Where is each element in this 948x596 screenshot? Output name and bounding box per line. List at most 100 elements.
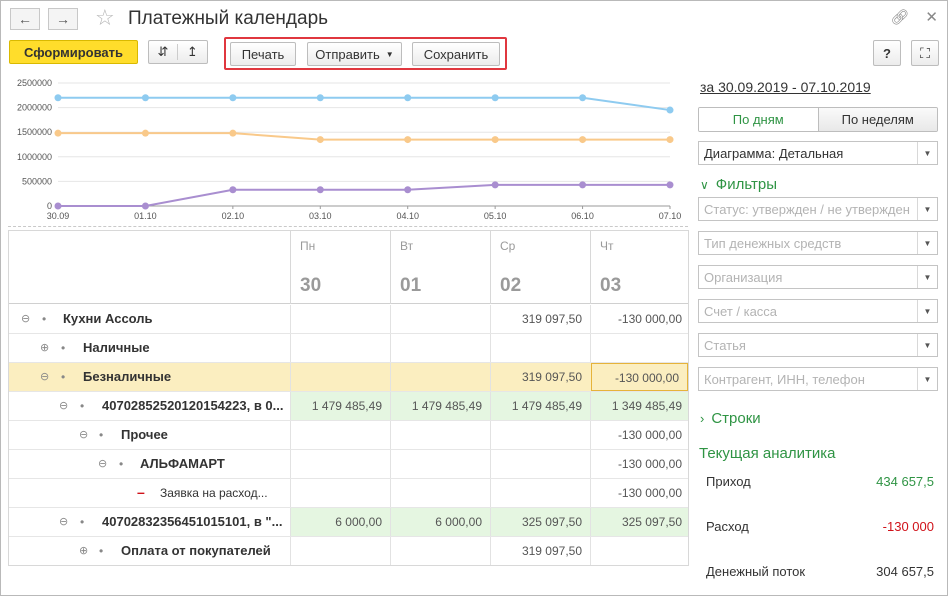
dropdown-arrow-icon[interactable]: ▼: [917, 334, 937, 356]
cash-flow-value: 304 657,5: [876, 564, 934, 579]
collapse-icon[interactable]: ⊖: [98, 450, 107, 478]
table-cell[interactable]: 319 097,50: [490, 537, 590, 565]
filters-section-toggle[interactable]: ∨ Фильтры: [700, 176, 777, 193]
table-cell[interactable]: [290, 334, 390, 362]
table-cell[interactable]: [290, 450, 390, 478]
rows-section-toggle[interactable]: › Строки: [700, 410, 761, 427]
help-button[interactable]: ?: [873, 40, 901, 66]
table-cell[interactable]: 1 479 485,49: [290, 392, 390, 420]
table-cell[interactable]: [390, 363, 490, 391]
table-cell[interactable]: 325 097,50: [490, 508, 590, 536]
table-row[interactable]: ⊖ • Прочее -130 000,00: [9, 421, 688, 450]
item-filter[interactable]: Статья ▼: [698, 333, 938, 357]
column-header[interactable]: Вт 01: [390, 231, 490, 304]
table-row[interactable]: ⊖ • 40702832356451015101, в "... 6 000,0…: [9, 508, 688, 537]
y-tick-label: 1000000: [17, 152, 52, 162]
counterparty-filter-placeholder: Контрагент, ИНН, телефон: [704, 371, 865, 387]
organization-filter[interactable]: Организация ▼: [698, 265, 938, 289]
table-cell[interactable]: [490, 479, 590, 507]
table-cell[interactable]: [590, 537, 688, 565]
dropdown-arrow-icon[interactable]: ▼: [917, 198, 937, 220]
bullet-icon: •: [61, 370, 66, 384]
table-cell[interactable]: -130 000,00: [590, 479, 688, 507]
analytics-title: Текущая аналитика: [699, 445, 836, 462]
period-link[interactable]: за 30.09.2019 - 07.10.2019: [700, 79, 871, 95]
star-icon[interactable]: ☆: [95, 6, 115, 30]
table-cell[interactable]: [390, 450, 490, 478]
table-cell[interactable]: [290, 537, 390, 565]
save-button[interactable]: Сохранить: [412, 42, 500, 66]
dropdown-arrow-icon[interactable]: ▼: [917, 266, 937, 288]
table-cell[interactable]: 6 000,00: [390, 508, 490, 536]
sort-descending-icon[interactable]: ⇵: [149, 44, 179, 60]
table-cell[interactable]: [390, 305, 490, 333]
table-row[interactable]: ⊕ • Наличные: [9, 334, 688, 363]
table-cell[interactable]: [490, 421, 590, 449]
y-tick-label: 500000: [22, 176, 52, 186]
collapse-icon[interactable]: ⊖: [40, 363, 49, 391]
table-cell[interactable]: -130 000,00: [590, 305, 688, 333]
table-row-selected[interactable]: ⊖ • Безналичные 319 097,50 -130 000,00: [9, 363, 688, 392]
expand-icon[interactable]: ⊕: [40, 334, 49, 362]
table-cell[interactable]: [290, 305, 390, 333]
table-row[interactable]: – Заявка на расход... -130 000,00: [9, 479, 688, 508]
generate-button[interactable]: Сформировать: [9, 40, 138, 64]
table-cell[interactable]: [490, 334, 590, 362]
by-days-toggle[interactable]: По дням: [699, 108, 819, 131]
x-tick-label: 30.09: [47, 211, 70, 221]
close-icon[interactable]: ✕: [925, 8, 938, 26]
table-header: Пн 30 Вт 01 Ср 02 Чт 03: [9, 231, 688, 304]
fullscreen-button[interactable]: ⛶: [911, 40, 939, 66]
table-cell[interactable]: [390, 421, 490, 449]
collapse-icon[interactable]: ⊖: [59, 392, 68, 420]
collapse-icon[interactable]: ⊖: [59, 508, 68, 536]
sort-ascending-icon[interactable]: ↥: [178, 44, 207, 60]
table-cell[interactable]: 319 097,50: [490, 305, 590, 333]
column-header[interactable]: Пн 30: [290, 231, 390, 304]
table-cell[interactable]: 319 097,50: [490, 363, 590, 391]
table-cell[interactable]: [290, 363, 390, 391]
table-cell[interactable]: [490, 450, 590, 478]
collapse-icon[interactable]: ⊖: [21, 305, 30, 333]
column-header[interactable]: Чт 03: [590, 231, 688, 304]
table-row[interactable]: ⊖ • АЛЬФАМАРТ -130 000,00: [9, 450, 688, 479]
diagram-select[interactable]: Диаграмма: Детальная ▼: [698, 141, 938, 165]
table-cell[interactable]: -130 000,00: [590, 450, 688, 478]
dropdown-arrow-icon[interactable]: ▼: [917, 368, 937, 390]
account-filter[interactable]: Счет / касса ▼: [698, 299, 938, 323]
table-cell[interactable]: 325 097,50: [590, 508, 688, 536]
collapse-icon[interactable]: ⊖: [79, 421, 88, 449]
table-cell[interactable]: [390, 479, 490, 507]
expand-icon[interactable]: ⊕: [79, 537, 88, 565]
table-cell[interactable]: [290, 479, 390, 507]
table-cell[interactable]: -130 000,00: [590, 421, 688, 449]
table-cell[interactable]: [390, 334, 490, 362]
status-filter[interactable]: Статус: утвержден / не утвержден ▼: [698, 197, 938, 221]
table-row[interactable]: ⊕ • Оплата от покупателей 319 097,50: [9, 537, 688, 565]
by-weeks-toggle[interactable]: По неделям: [818, 108, 937, 131]
link-icon[interactable]: 🔗︎: [890, 8, 909, 26]
column-day: Пн: [300, 239, 316, 253]
table-cell[interactable]: 6 000,00: [290, 508, 390, 536]
table-row[interactable]: ⊖ • Кухни Ассоль 319 097,50 -130 000,00: [9, 305, 688, 334]
table-cell[interactable]: [290, 421, 390, 449]
table-cell[interactable]: [590, 334, 688, 362]
dropdown-arrow-icon[interactable]: ▼: [917, 232, 937, 254]
print-button[interactable]: Печать: [230, 42, 296, 66]
expense-label: Расход: [706, 519, 749, 534]
table-row[interactable]: ⊖ • 40702852520120154223, в 0... 1 479 4…: [9, 392, 688, 421]
table-cell[interactable]: 1 349 485,49: [590, 392, 688, 420]
table-cell[interactable]: [390, 537, 490, 565]
table-cell[interactable]: 1 479 485,49: [490, 392, 590, 420]
bullet-icon: •: [99, 544, 104, 558]
dropdown-arrow-icon[interactable]: ▼: [917, 142, 937, 164]
back-button[interactable]: ←: [10, 8, 40, 30]
table-cell-focused[interactable]: -130 000,00: [591, 363, 688, 391]
send-button[interactable]: Отправить ▼: [307, 42, 402, 66]
table-cell[interactable]: 1 479 485,49: [390, 392, 490, 420]
dropdown-arrow-icon[interactable]: ▼: [917, 300, 937, 322]
column-header[interactable]: Ср 02: [490, 231, 590, 304]
cash-type-filter[interactable]: Тип денежных средств ▼: [698, 231, 938, 255]
forward-button[interactable]: →: [48, 8, 78, 30]
counterparty-filter[interactable]: Контрагент, ИНН, телефон ▼: [698, 367, 938, 391]
